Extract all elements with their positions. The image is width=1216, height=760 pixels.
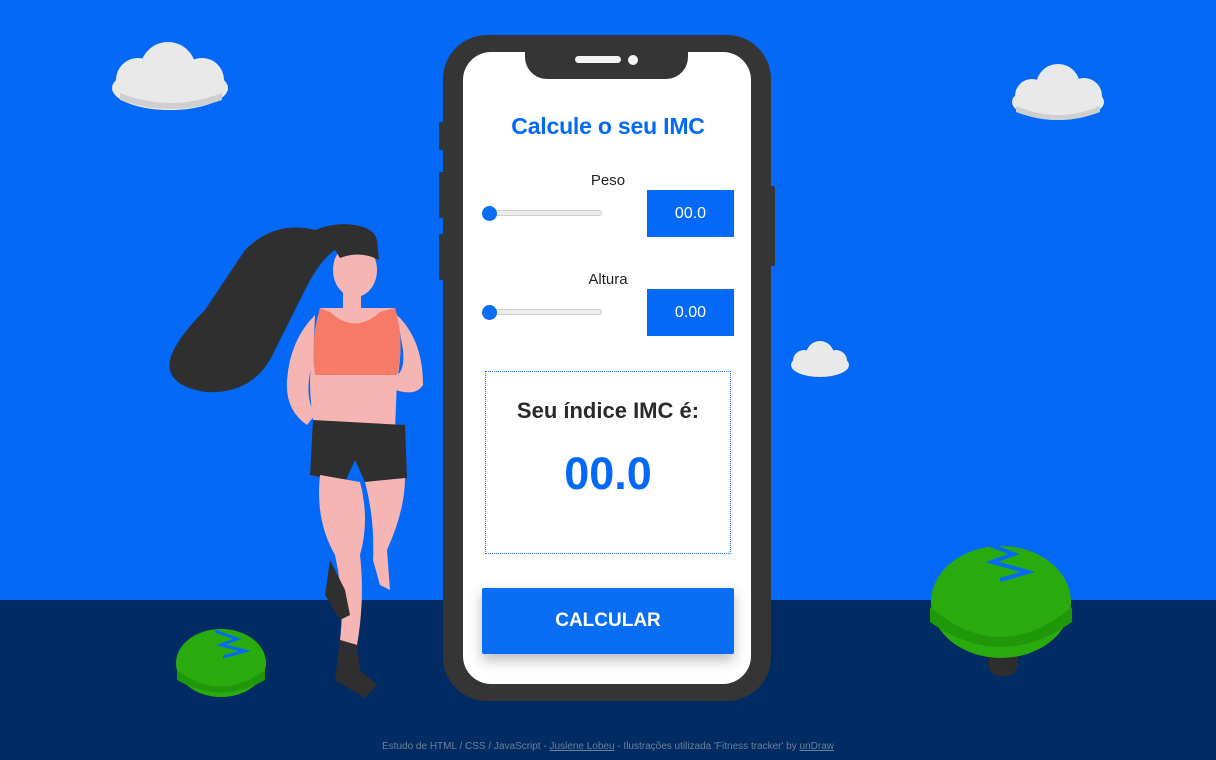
bush-illustration xyxy=(930,532,1072,685)
footer-middle: - Ilustrações utilizada 'Fitness tracker… xyxy=(614,741,800,752)
result-value: 00.0 xyxy=(564,448,652,499)
weight-slider[interactable] xyxy=(486,210,602,216)
page-title: Calcule o seu IMC xyxy=(511,113,705,139)
cloud-illustration xyxy=(110,38,230,113)
cloud-illustration xyxy=(790,338,850,378)
phone-camera xyxy=(628,55,638,65)
runner-illustration xyxy=(165,220,435,710)
result-label: Seu índice IMC é: xyxy=(516,398,700,423)
calculate-button[interactable]: CALCULAR xyxy=(482,588,734,654)
phone-side-button xyxy=(769,186,775,266)
weight-slider-thumb[interactable] xyxy=(482,206,497,221)
height-value-box: 0.00 xyxy=(647,289,734,336)
weight-label: Peso xyxy=(590,172,626,189)
footer-prefix: Estudo de HTML / CSS / JavaScript - xyxy=(382,741,550,752)
cloud-illustration xyxy=(1010,60,1106,122)
undraw-link[interactable]: unDraw xyxy=(800,741,834,752)
phone-side-button xyxy=(439,122,445,150)
author-link[interactable]: Juslene Lobeu xyxy=(549,741,614,752)
phone-side-button xyxy=(439,234,445,280)
height-slider-thumb[interactable] xyxy=(482,305,497,320)
height-slider[interactable] xyxy=(486,309,602,315)
footer: Estudo de HTML / CSS / JavaScript - Jusl… xyxy=(0,741,1216,752)
phone-speaker xyxy=(575,56,621,63)
phone-side-button xyxy=(439,172,445,218)
height-label: Altura xyxy=(588,271,628,288)
weight-value-box: 00.0 xyxy=(647,190,734,237)
